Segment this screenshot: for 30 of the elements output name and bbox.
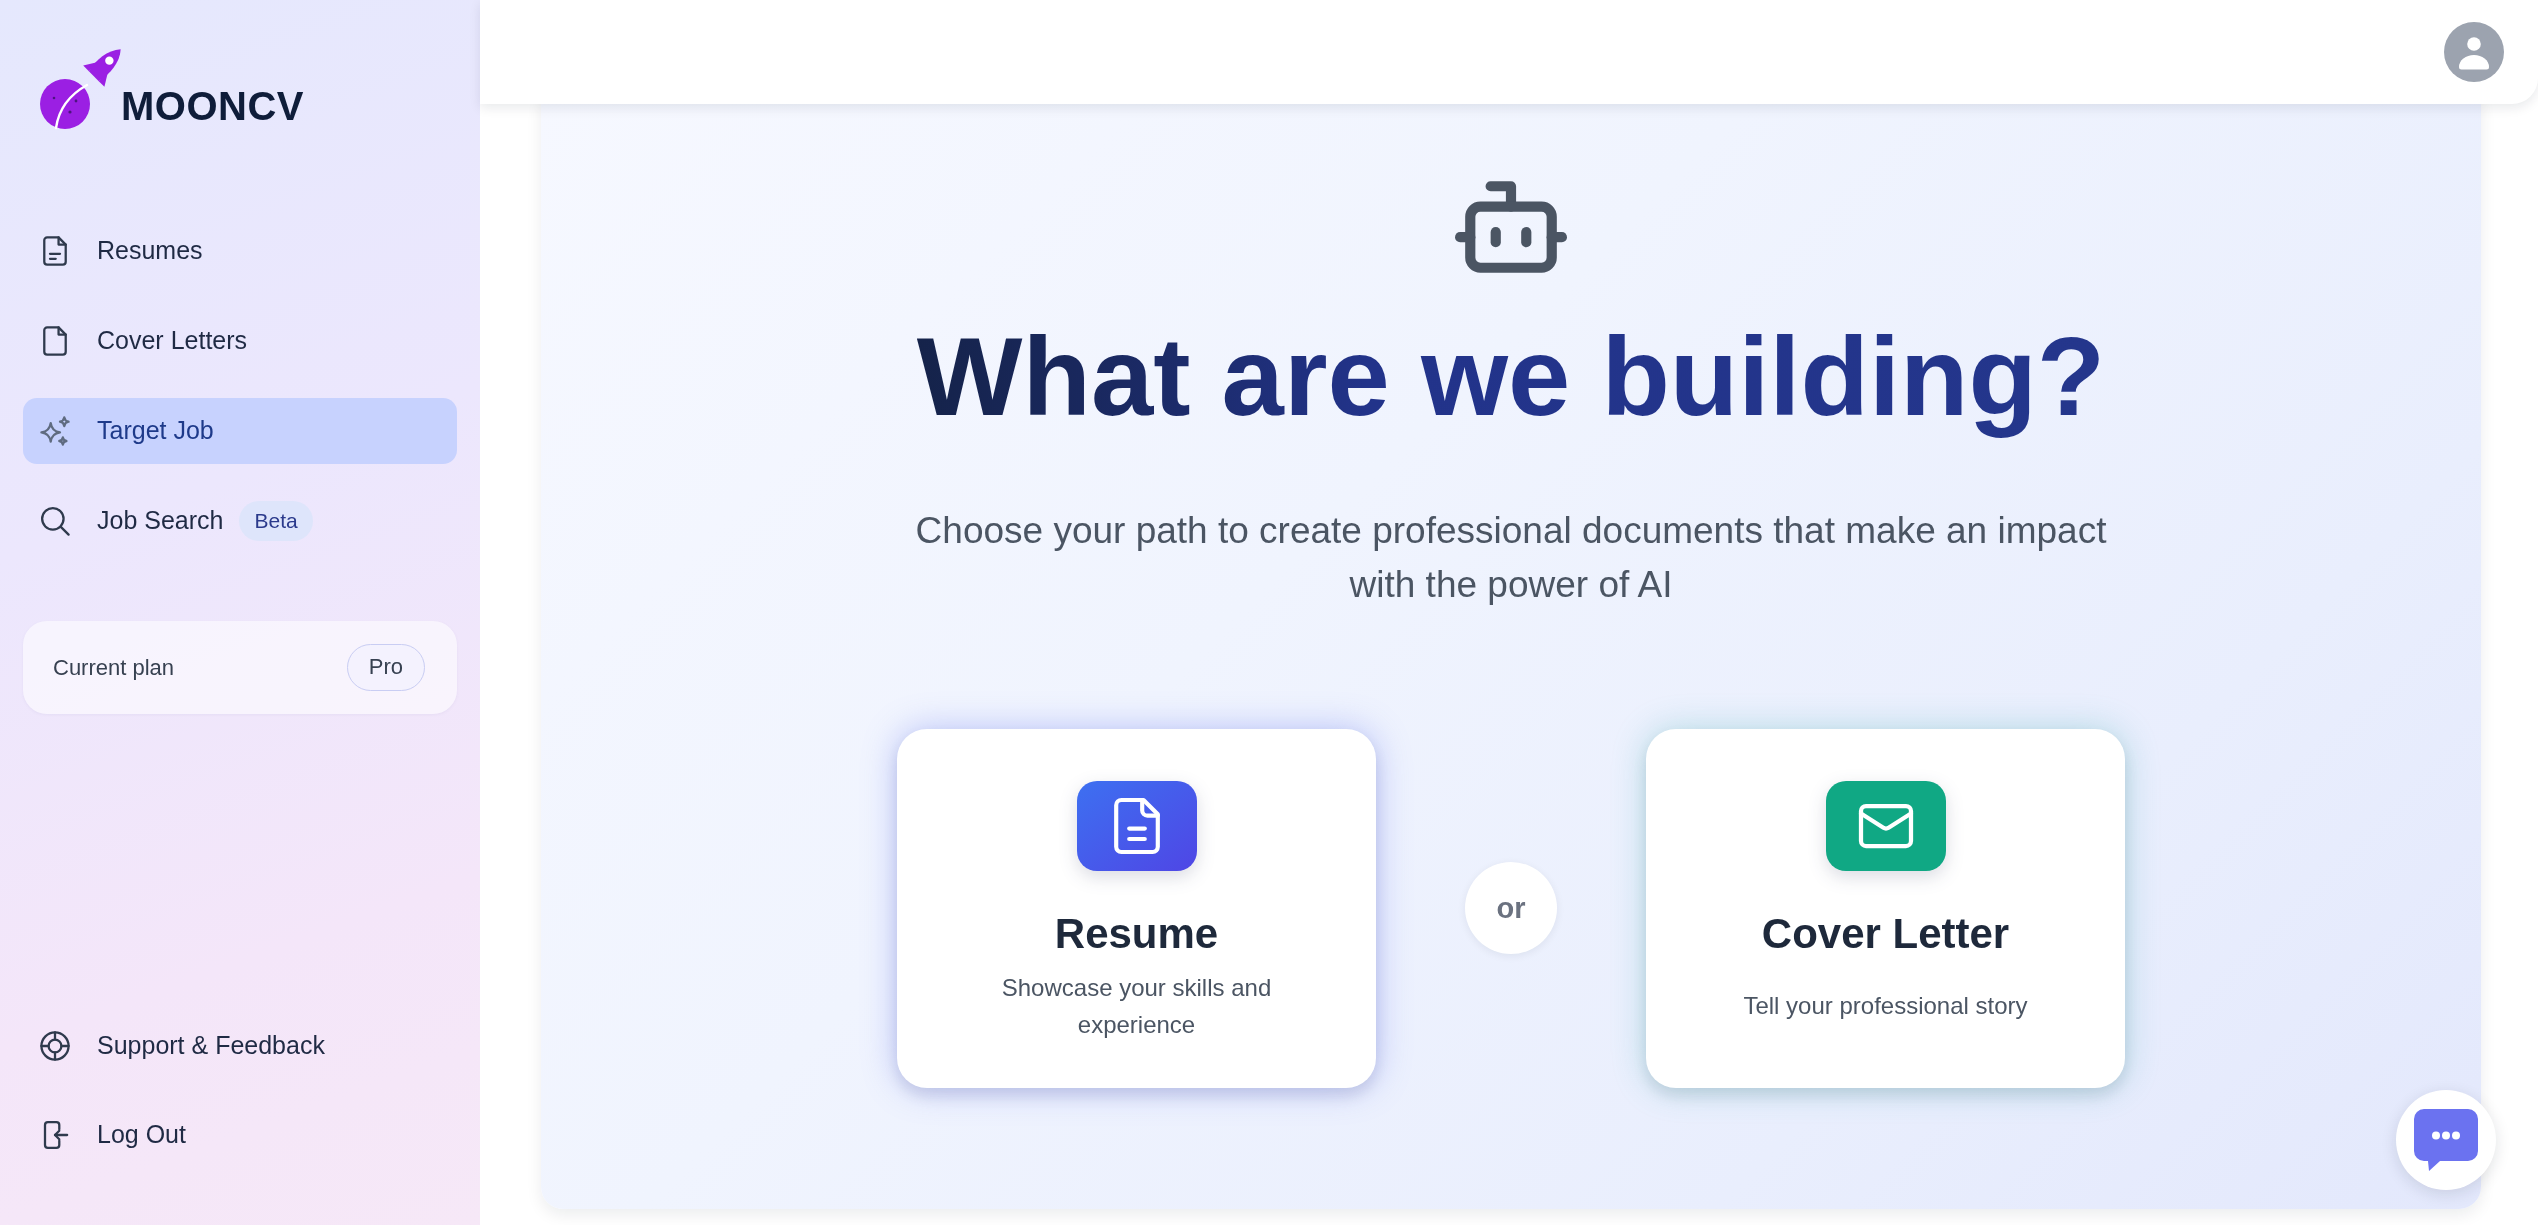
card-description: Tell your professional story xyxy=(1743,991,2028,1022)
sidebar-nav-item[interactable]: Cover Letters xyxy=(23,308,457,374)
document-type-card[interactable]: Cover Letter Tell your professional story xyxy=(1646,728,2125,1088)
card-description: Showcase your skills and experience xyxy=(1000,972,1273,1040)
rocket-logo-icon xyxy=(40,48,121,130)
document-icon xyxy=(40,236,70,266)
sidebar-nav-item[interactable]: Target Job xyxy=(23,398,457,464)
page-icon xyxy=(40,326,70,356)
sidebar-footer-link[interactable]: Log Out xyxy=(23,1102,457,1168)
plan-badge: Pro xyxy=(346,644,425,691)
user-avatar-icon xyxy=(2444,22,2504,82)
hero-subtitle: Choose your path to create professional documents that make an impact with the power of AI xyxy=(914,508,2108,607)
search-icon xyxy=(40,506,70,536)
or-separator: or xyxy=(1465,862,1557,955)
lifebuoy-icon xyxy=(40,1031,70,1061)
document-type-card[interactable]: Resume Showcase your skills and experience xyxy=(897,728,1376,1088)
robot-icon xyxy=(1455,181,1567,273)
card-title: Cover Letter xyxy=(1761,909,2010,958)
envelope-icon xyxy=(1825,780,1946,871)
sparkle-icon xyxy=(40,416,70,446)
chat-bubble-icon xyxy=(2414,1109,2478,1171)
sidebar-footer-link[interactable]: Support & Feedback xyxy=(23,1013,457,1079)
plan-label: Current plan xyxy=(53,654,175,682)
card-title: Resume xyxy=(1054,909,1219,958)
user-avatar-button[interactable] xyxy=(2444,22,2504,82)
logo-text: MOONCV xyxy=(121,86,304,126)
sidebar-nav-item[interactable]: Job Search Beta xyxy=(23,488,457,554)
beta-badge: Beta xyxy=(239,501,313,541)
document-icon xyxy=(1076,780,1197,871)
sidebar-nav-item[interactable]: Resumes xyxy=(23,218,457,284)
